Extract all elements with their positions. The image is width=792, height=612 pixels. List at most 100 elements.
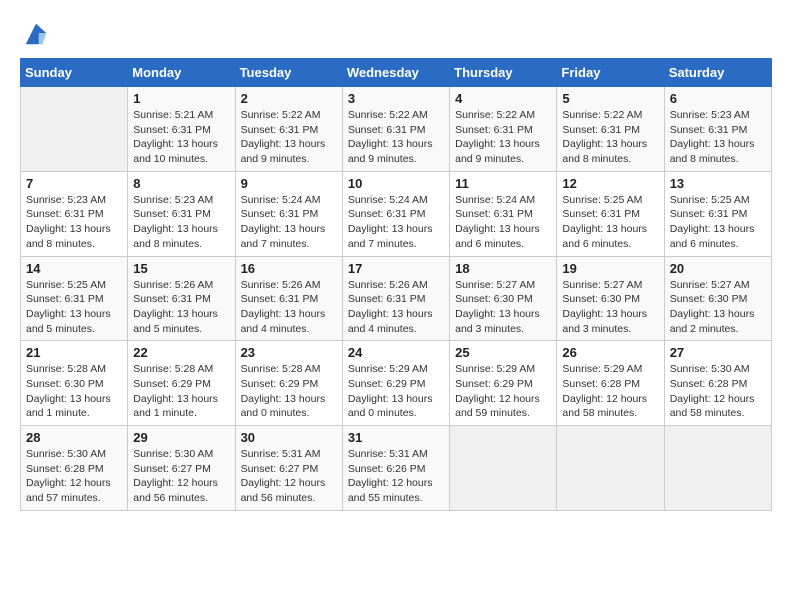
day-info: Sunrise: 5:31 AMSunset: 6:26 PMDaylight:…: [348, 447, 444, 506]
day-number: 14: [26, 261, 122, 276]
calendar-cell: 8Sunrise: 5:23 AMSunset: 6:31 PMDaylight…: [128, 171, 235, 256]
calendar-week-1: 1Sunrise: 5:21 AMSunset: 6:31 PMDaylight…: [21, 87, 772, 172]
calendar-cell: 27 Sunrise: 5:30 AMSunset: 6:28 PMDayligh…: [664, 341, 771, 426]
day-number: 16: [241, 261, 337, 276]
weekday-header-saturday: Saturday: [664, 59, 771, 87]
calendar-cell: 26Sunrise: 5:29 AMSunset: 6:28 PMDayligh…: [557, 341, 664, 426]
day-number: 30: [241, 430, 337, 445]
calendar-cell: 14 Sunrise: 5:25 AMSunset: 6:31 PMDayligh…: [21, 256, 128, 341]
calendar-cell: 31Sunrise: 5:31 AMSunset: 6:26 PMDayligh…: [342, 426, 449, 511]
calendar-cell: 7Sunrise: 5:23 AMSunset: 6:31 PMDaylight…: [21, 171, 128, 256]
page-header: [20, 20, 772, 48]
calendar-cell: [557, 426, 664, 511]
calendar-cell: [664, 426, 771, 511]
day-info: Sunrise: 5:24 AMSunset: 6:31 PMDaylight:…: [348, 193, 444, 252]
day-number: 25: [455, 345, 551, 360]
day-info: Sunrise: 5:30 AMSunset: 6:27 PMDaylight:…: [133, 447, 229, 506]
calendar-week-2: 7Sunrise: 5:23 AMSunset: 6:31 PMDaylight…: [21, 171, 772, 256]
day-info: Sunrise: 5:22 AMSunset: 6:31 PMDaylight:…: [241, 108, 337, 167]
day-number: 5: [562, 91, 658, 106]
day-number: 23: [241, 345, 337, 360]
weekday-header-monday: Monday: [128, 59, 235, 87]
calendar-cell: 22 Sunrise: 5:28 AMSunset: 6:29 PMDayligh…: [128, 341, 235, 426]
calendar-cell: 6 Sunrise: 5:23 AMSunset: 6:31 PMDaylight…: [664, 87, 771, 172]
day-number: 18: [455, 261, 551, 276]
calendar-cell: 29 Sunrise: 5:30 AMSunset: 6:27 PMDayligh…: [128, 426, 235, 511]
day-info: Sunrise: 5:26 AMSunset: 6:31 PMDaylight:…: [348, 278, 444, 337]
calendar-cell: 24 Sunrise: 5:29 AMSunset: 6:29 PMDayligh…: [342, 341, 449, 426]
day-info: Sunrise: 5:27 AMSunset: 6:30 PMDaylight:…: [562, 278, 658, 337]
day-number: 27: [670, 345, 766, 360]
day-number: 22: [133, 345, 229, 360]
day-number: 20: [670, 261, 766, 276]
day-info: Sunrise: 5:25 AMSunset: 6:31 PMDaylight:…: [562, 193, 658, 252]
calendar-cell: 11Sunrise: 5:24 AMSunset: 6:31 PMDayligh…: [450, 171, 557, 256]
day-info: Sunrise: 5:29 AMSunset: 6:29 PMDaylight:…: [455, 362, 551, 421]
weekday-header-friday: Friday: [557, 59, 664, 87]
calendar-cell: 19 Sunrise: 5:27 AMSunset: 6:30 PMDayligh…: [557, 256, 664, 341]
day-number: 6: [670, 91, 766, 106]
calendar-cell: 4 Sunrise: 5:22 AMSunset: 6:31 PMDaylight…: [450, 87, 557, 172]
day-number: 3: [348, 91, 444, 106]
day-info: Sunrise: 5:26 AMSunset: 6:31 PMDaylight:…: [241, 278, 337, 337]
calendar-cell: 9 Sunrise: 5:24 AMSunset: 6:31 PMDaylight…: [235, 171, 342, 256]
calendar-body: 1Sunrise: 5:21 AMSunset: 6:31 PMDaylight…: [21, 87, 772, 511]
day-number: 24: [348, 345, 444, 360]
day-info: Sunrise: 5:30 AMSunset: 6:28 PMDaylight:…: [26, 447, 122, 506]
calendar-table: SundayMondayTuesdayWednesdayThursdayFrid…: [20, 58, 772, 511]
day-info: Sunrise: 5:30 AMSunset: 6:28 PMDaylight:…: [670, 362, 766, 421]
day-info: Sunrise: 5:23 AMSunset: 6:31 PMDaylight:…: [26, 193, 122, 252]
day-info: Sunrise: 5:25 AMSunset: 6:31 PMDaylight:…: [26, 278, 122, 337]
day-number: 28: [26, 430, 122, 445]
day-info: Sunrise: 5:24 AMSunset: 6:31 PMDaylight:…: [241, 193, 337, 252]
day-number: 19: [562, 261, 658, 276]
day-info: Sunrise: 5:27 AMSunset: 6:30 PMDaylight:…: [670, 278, 766, 337]
day-info: Sunrise: 5:29 AMSunset: 6:28 PMDaylight:…: [562, 362, 658, 421]
day-info: Sunrise: 5:22 AMSunset: 6:31 PMDaylight:…: [455, 108, 551, 167]
calendar-week-4: 21 Sunrise: 5:28 AMSunset: 6:30 PMDayligh…: [21, 341, 772, 426]
day-number: 2: [241, 91, 337, 106]
calendar-cell: 1Sunrise: 5:21 AMSunset: 6:31 PMDaylight…: [128, 87, 235, 172]
day-info: Sunrise: 5:28 AMSunset: 6:29 PMDaylight:…: [133, 362, 229, 421]
calendar-cell: 12 Sunrise: 5:25 AMSunset: 6:31 PMDayligh…: [557, 171, 664, 256]
weekday-header-wednesday: Wednesday: [342, 59, 449, 87]
calendar-cell: 20 Sunrise: 5:27 AMSunset: 6:30 PMDayligh…: [664, 256, 771, 341]
day-number: 10: [348, 176, 444, 191]
day-info: Sunrise: 5:29 AMSunset: 6:29 PMDaylight:…: [348, 362, 444, 421]
day-number: 11: [455, 176, 551, 191]
day-info: Sunrise: 5:22 AMSunset: 6:31 PMDaylight:…: [562, 108, 658, 167]
weekday-header-tuesday: Tuesday: [235, 59, 342, 87]
calendar-week-5: 28 Sunrise: 5:30 AMSunset: 6:28 PMDayligh…: [21, 426, 772, 511]
day-info: Sunrise: 5:31 AMSunset: 6:27 PMDaylight:…: [241, 447, 337, 506]
calendar-cell: 5 Sunrise: 5:22 AMSunset: 6:31 PMDaylight…: [557, 87, 664, 172]
day-number: 12: [562, 176, 658, 191]
day-info: Sunrise: 5:28 AMSunset: 6:30 PMDaylight:…: [26, 362, 122, 421]
calendar-week-3: 14 Sunrise: 5:25 AMSunset: 6:31 PMDayligh…: [21, 256, 772, 341]
calendar-cell: 21 Sunrise: 5:28 AMSunset: 6:30 PMDayligh…: [21, 341, 128, 426]
calendar-cell: 17Sunrise: 5:26 AMSunset: 6:31 PMDayligh…: [342, 256, 449, 341]
calendar-cell: 10 Sunrise: 5:24 AMSunset: 6:31 PMDayligh…: [342, 171, 449, 256]
day-info: Sunrise: 5:26 AMSunset: 6:31 PMDaylight:…: [133, 278, 229, 337]
day-info: Sunrise: 5:22 AMSunset: 6:31 PMDaylight:…: [348, 108, 444, 167]
calendar-cell: 18 Sunrise: 5:27 AMSunset: 6:30 PMDayligh…: [450, 256, 557, 341]
calendar-cell: 28 Sunrise: 5:30 AMSunset: 6:28 PMDayligh…: [21, 426, 128, 511]
calendar-cell: 30 Sunrise: 5:31 AMSunset: 6:27 PMDayligh…: [235, 426, 342, 511]
day-number: 1: [133, 91, 229, 106]
day-info: Sunrise: 5:23 AMSunset: 6:31 PMDaylight:…: [133, 193, 229, 252]
day-info: Sunrise: 5:27 AMSunset: 6:30 PMDaylight:…: [455, 278, 551, 337]
weekday-header-row: SundayMondayTuesdayWednesdayThursdayFrid…: [21, 59, 772, 87]
calendar-cell: 13Sunrise: 5:25 AMSunset: 6:31 PMDayligh…: [664, 171, 771, 256]
calendar-cell: 2 Sunrise: 5:22 AMSunset: 6:31 PMDaylight…: [235, 87, 342, 172]
weekday-header-sunday: Sunday: [21, 59, 128, 87]
day-number: 9: [241, 176, 337, 191]
day-info: Sunrise: 5:23 AMSunset: 6:31 PMDaylight:…: [670, 108, 766, 167]
day-number: 21: [26, 345, 122, 360]
day-number: 4: [455, 91, 551, 106]
weekday-header-thursday: Thursday: [450, 59, 557, 87]
calendar-cell: 25 Sunrise: 5:29 AMSunset: 6:29 PMDayligh…: [450, 341, 557, 426]
day-number: 29: [133, 430, 229, 445]
logo: [20, 20, 50, 48]
day-info: Sunrise: 5:25 AMSunset: 6:31 PMDaylight:…: [670, 193, 766, 252]
calendar-cell: [21, 87, 128, 172]
day-info: Sunrise: 5:28 AMSunset: 6:29 PMDaylight:…: [241, 362, 337, 421]
